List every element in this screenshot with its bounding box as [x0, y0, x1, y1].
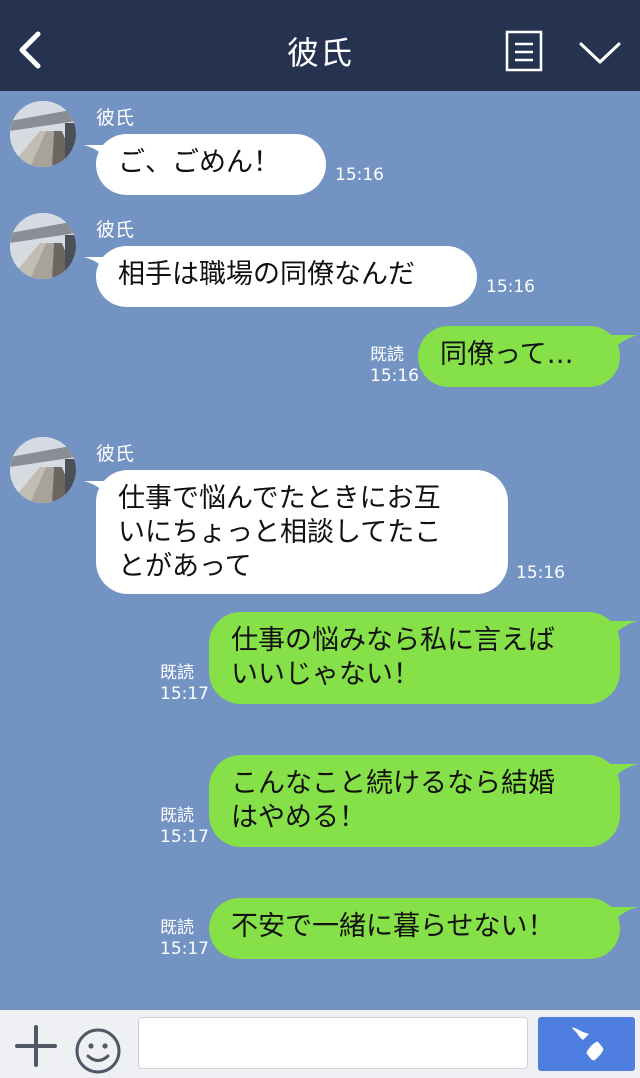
message-bubble[interactable]: こんなこと続けるなら結婚 はやめる！	[209, 755, 620, 847]
message-bubble[interactable]: ご、ごめん！	[96, 134, 326, 195]
message-time: 15:16	[516, 563, 565, 583]
message-time: 15:16	[335, 165, 384, 185]
smile-icon[interactable]	[74, 1027, 122, 1075]
message-bubble[interactable]: 不安で一緒に暮らせない！	[209, 898, 620, 959]
menu-icon[interactable]	[505, 30, 543, 74]
message-time: 15:16	[370, 366, 419, 386]
avatar-image	[10, 101, 76, 167]
message-time: 15:17	[160, 684, 209, 704]
read-receipt: 既読	[160, 918, 194, 938]
message-bubble[interactable]: 同僚って…	[418, 326, 620, 387]
bubble-tail	[610, 907, 638, 925]
read-receipt: 既読	[160, 663, 194, 683]
chat-header: 彼氏	[0, 0, 640, 91]
message-bubble[interactable]: 相手は職場の同僚なんだ	[96, 246, 477, 307]
read-receipt: 既読	[370, 345, 404, 365]
chat-title: 彼氏	[286, 34, 353, 72]
message-bubble[interactable]: 仕事の悩みなら私に言えば いいじゃない！	[209, 612, 620, 704]
message-time: 15:17	[160, 827, 209, 847]
plus-icon[interactable]	[15, 1025, 57, 1067]
phone-icon	[572, 1027, 604, 1061]
input-bar	[0, 1010, 640, 1078]
message-time: 15:16	[486, 277, 535, 297]
sender-name: 彼氏	[96, 219, 135, 241]
chevron-down-icon[interactable]	[578, 40, 622, 66]
bubble-tail	[610, 764, 638, 782]
message-bubble[interactable]: 仕事で悩んでたときにお互 いにちょっと相談してたこ とがあって	[96, 470, 508, 594]
avatar-image	[10, 213, 76, 279]
sender-name: 彼氏	[96, 107, 135, 129]
bubble-tail	[610, 621, 638, 639]
chat-area[interactable]: 彼氏 ご、ごめん！ 15:16 彼氏 相手は職場の同僚なんだ 15:16 既読 …	[0, 91, 640, 1010]
call-button[interactable]	[538, 1017, 635, 1071]
message-time: 15:17	[160, 939, 209, 959]
bubble-tail	[610, 335, 638, 353]
avatar[interactable]	[10, 101, 76, 167]
avatar-image	[10, 437, 76, 503]
avatar[interactable]	[10, 437, 76, 503]
sender-name: 彼氏	[96, 443, 135, 465]
avatar[interactable]	[10, 213, 76, 279]
read-receipt: 既読	[160, 806, 194, 826]
message-input[interactable]	[138, 1017, 528, 1069]
